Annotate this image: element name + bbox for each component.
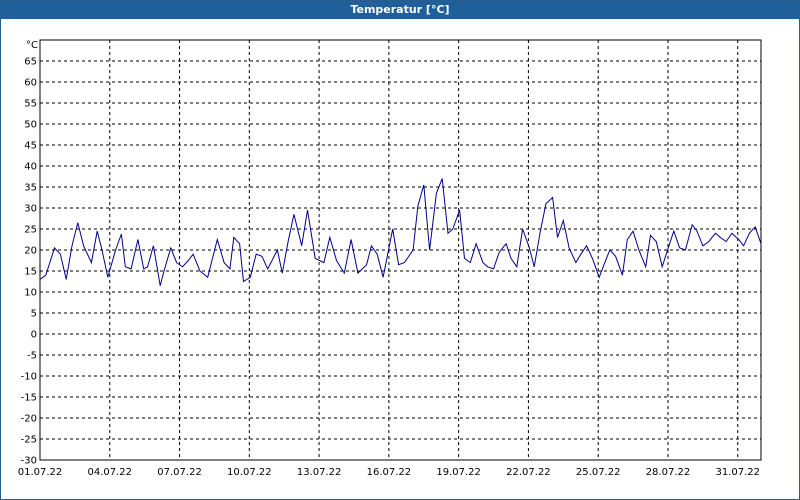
y-axis-ticks: 65605550454035302520151050-5-10-15-20-25… [21, 57, 37, 467]
y-tick-label: -10 [21, 372, 37, 383]
x-tick-label: 07.07.22 [157, 467, 202, 478]
y-tick-label: 40 [24, 162, 37, 173]
x-tick-label: 10.07.22 [227, 467, 272, 478]
x-tick-label: 25.07.22 [576, 467, 621, 478]
series-line [39, 178, 762, 286]
x-tick-label: 22.07.22 [506, 467, 551, 478]
x-tick-label: 13.07.22 [297, 467, 342, 478]
x-tick-label: 01.07.22 [18, 467, 63, 478]
x-tick-label: 31.07.22 [715, 467, 760, 478]
y-unit-label: °C [26, 40, 38, 51]
y-tick-label: -25 [21, 435, 37, 446]
y-tick-label: -20 [21, 414, 37, 425]
y-tick-label: 45 [24, 141, 37, 152]
y-tick-label: 50 [24, 120, 37, 131]
y-tick-label: 5 [31, 309, 37, 320]
x-tick-label: 19.07.22 [436, 467, 481, 478]
x-axis-ticks: 01.07.22 04.07.22 07.07.22 10.07.22 13.07.22… [18, 467, 760, 478]
y-tick-label: 60 [24, 78, 37, 89]
y-tick-label: -15 [21, 393, 37, 404]
y-tick-label: 20 [24, 246, 37, 257]
y-tick-label: 30 [24, 204, 37, 215]
temperature-chart: °C 65605550454035302520151050-5-10-15-20… [18, 39, 762, 478]
x-tick-label: 04.07.22 [88, 467, 133, 478]
y-tick-label: 35 [24, 183, 37, 194]
y-tick-label: -30 [21, 456, 37, 467]
y-tick-label: 15 [24, 267, 37, 278]
y-tick-label: 25 [24, 225, 37, 236]
y-tick-label: 0 [31, 330, 37, 341]
x-tick-label: 28.07.22 [646, 467, 691, 478]
y-tick-label: 10 [24, 288, 37, 299]
y-tick-label: 55 [24, 99, 37, 110]
y-tick-label: 65 [24, 57, 37, 68]
y-tick-label: -5 [27, 351, 37, 362]
grid [39, 40, 761, 461]
x-tick-label: 16.07.22 [367, 467, 412, 478]
